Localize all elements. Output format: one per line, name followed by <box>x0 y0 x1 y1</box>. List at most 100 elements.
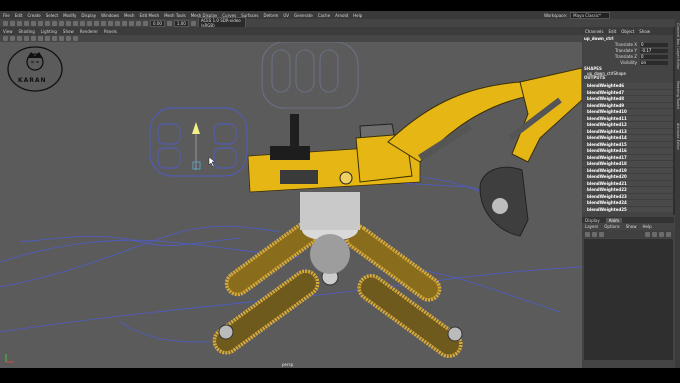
new-layer-icon[interactable] <box>585 231 590 237</box>
cb-menu-show[interactable]: Show <box>639 29 650 34</box>
top-controls <box>261 42 359 109</box>
lights-icon[interactable] <box>122 20 127 26</box>
panel-menu-renderer[interactable]: Renderer <box>80 29 98 34</box>
up-down-ctrl-arrow[interactable] <box>192 122 200 134</box>
attr-value-field[interactable]: on <box>640 60 668 65</box>
new-layer-selected-icon[interactable] <box>592 231 597 237</box>
output-node-item[interactable]: blendWeighted25 <box>583 206 673 212</box>
menu-generate[interactable]: Generate <box>294 13 313 18</box>
gamma-icon[interactable] <box>166 20 172 26</box>
layer-menu-show[interactable]: Show <box>626 224 637 229</box>
paint-select-icon[interactable] <box>52 20 57 26</box>
new-scene-icon[interactable] <box>3 20 8 26</box>
menu-mesh-tools[interactable]: Mesh Tools <box>164 13 186 18</box>
panel-menu-show[interactable]: Show <box>63 29 74 34</box>
safe-title-icon[interactable] <box>73 36 78 41</box>
menu-create[interactable]: Create <box>27 13 40 18</box>
camera-attributes-icon[interactable] <box>10 36 15 41</box>
excavator-arm <box>387 67 582 163</box>
layer-ghost-icon[interactable] <box>666 231 671 237</box>
menu-windows[interactable]: Windows <box>101 13 119 18</box>
main-menubar: File Edit Create Select Modify Display W… <box>0 11 680 19</box>
menu-mesh[interactable]: Mesh <box>124 13 135 18</box>
rotate-tool-icon[interactable] <box>66 20 71 26</box>
grid-icon[interactable] <box>87 20 92 26</box>
attr-translate-y[interactable]: Translate Y -0.17 <box>582 48 674 53</box>
color-management-icon[interactable] <box>190 20 196 26</box>
menu-file[interactable]: File <box>3 13 10 18</box>
gamma-field[interactable]: 1.00 <box>173 19 189 27</box>
select-tool-icon[interactable] <box>38 20 43 26</box>
layer-menu-layers[interactable]: Layers <box>585 224 598 229</box>
layer-lock-icon[interactable] <box>645 231 650 237</box>
side-tab-channel-box[interactable]: Channel Box / Layer Editor <box>675 23 680 70</box>
menu-select[interactable]: Select <box>46 13 58 18</box>
attr-value-field[interactable]: 0 <box>640 54 668 59</box>
tab-display[interactable]: Display <box>585 218 600 223</box>
menu-display[interactable]: Display <box>81 13 96 18</box>
menu-arnold[interactable]: Arnold <box>335 13 348 18</box>
side-tab-attribute-editor[interactable]: Attribute Editor <box>675 123 680 150</box>
open-scene-icon[interactable] <box>10 20 15 26</box>
cb-menu-object[interactable]: Object <box>621 29 634 34</box>
menu-cache[interactable]: Cache <box>318 13 330 18</box>
menu-deform[interactable]: Deform <box>263 13 278 18</box>
attr-value-field[interactable]: 0 <box>640 42 668 47</box>
workspace-selector: Workspace: Maya Classic* <box>544 11 680 19</box>
menu-modify[interactable]: Modify <box>63 13 76 18</box>
attr-translate-x[interactable]: Translate X 0 <box>582 42 674 47</box>
film-gate-toggle-icon[interactable] <box>38 36 43 41</box>
field-chart-icon[interactable] <box>59 36 64 41</box>
lasso-tool-icon[interactable] <box>45 20 50 26</box>
panel-menubar: View Shading Lighting Show Renderer Pane… <box>0 27 582 35</box>
textured-icon[interactable] <box>115 20 120 26</box>
menu-edit-mesh[interactable]: Edit Mesh <box>140 13 160 18</box>
tab-anim[interactable]: Anim <box>605 217 623 223</box>
layer-menu-help[interactable]: Help <box>642 224 651 229</box>
layer-mute-icon[interactable] <box>652 231 657 237</box>
side-tab-modeling-toolkit[interactable]: Modeling Toolkit <box>675 81 680 109</box>
attr-visibility[interactable]: Visibility on <box>582 60 674 65</box>
panel-menu-panels[interactable]: Panels <box>104 29 117 34</box>
attr-label: Visibility <box>620 60 637 65</box>
cb-menu-channels[interactable]: Channels <box>585 29 604 34</box>
viewport-persp[interactable]: KARAN persp <box>0 42 582 368</box>
bookmark-icon[interactable] <box>17 36 22 41</box>
camera-icon[interactable] <box>80 20 85 26</box>
menu-edit[interactable]: Edit <box>15 13 23 18</box>
film-gate-icon[interactable] <box>94 20 99 26</box>
image-plane-icon[interactable] <box>24 36 29 41</box>
shadows-icon[interactable] <box>129 20 134 26</box>
panel-menu-shading[interactable]: Shading <box>19 29 35 34</box>
move-tool-icon[interactable] <box>59 20 64 26</box>
layer-up-icon[interactable] <box>599 231 604 237</box>
exposure-field[interactable]: 0.00 <box>150 19 165 27</box>
menu-uv[interactable]: UV <box>283 13 289 18</box>
layer-solo-icon[interactable] <box>659 231 664 237</box>
safe-action-icon[interactable] <box>66 36 71 41</box>
save-scene-icon[interactable] <box>17 20 22 26</box>
cb-menu-edit[interactable]: Edit <box>609 29 617 34</box>
attr-value-field[interactable]: -0.17 <box>640 48 668 53</box>
gate-mask-icon[interactable] <box>52 36 57 41</box>
isolate-select-icon[interactable] <box>136 20 141 26</box>
menu-help[interactable]: Help <box>353 13 362 18</box>
undo-icon[interactable] <box>24 20 29 26</box>
workspace-dropdown[interactable]: Maya Classic* <box>570 11 610 19</box>
top-black-bar <box>0 0 680 11</box>
attr-translate-z[interactable]: Translate Z 0 <box>582 54 674 59</box>
scale-tool-icon[interactable] <box>73 20 78 26</box>
layer-list-area[interactable] <box>584 239 673 360</box>
grid-toggle-icon[interactable] <box>31 36 36 41</box>
panel-menu-view[interactable]: View <box>3 29 13 34</box>
xray-icon[interactable] <box>143 20 148 26</box>
smooth-shade-icon[interactable] <box>108 20 113 26</box>
wireframe-icon[interactable] <box>101 20 106 26</box>
selected-object-name[interactable]: up_down_ctrl <box>584 36 614 41</box>
layer-menu-options[interactable]: Options <box>604 224 619 229</box>
select-camera-icon[interactable] <box>3 36 8 41</box>
redo-icon[interactable] <box>31 20 36 26</box>
panel-menu-lighting[interactable]: Lighting <box>41 29 57 34</box>
resolution-gate-icon[interactable] <box>45 36 50 41</box>
selected-control-square[interactable] <box>192 161 201 170</box>
